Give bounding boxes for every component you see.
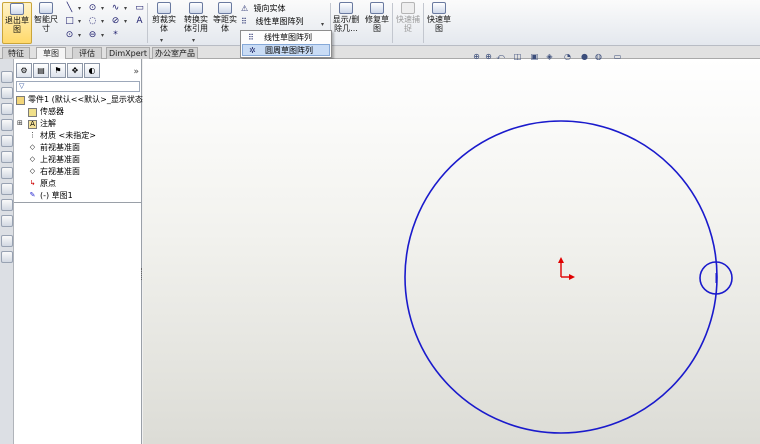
sketch-canvas xyxy=(404,120,733,434)
sketch-origin-marker xyxy=(558,257,575,280)
